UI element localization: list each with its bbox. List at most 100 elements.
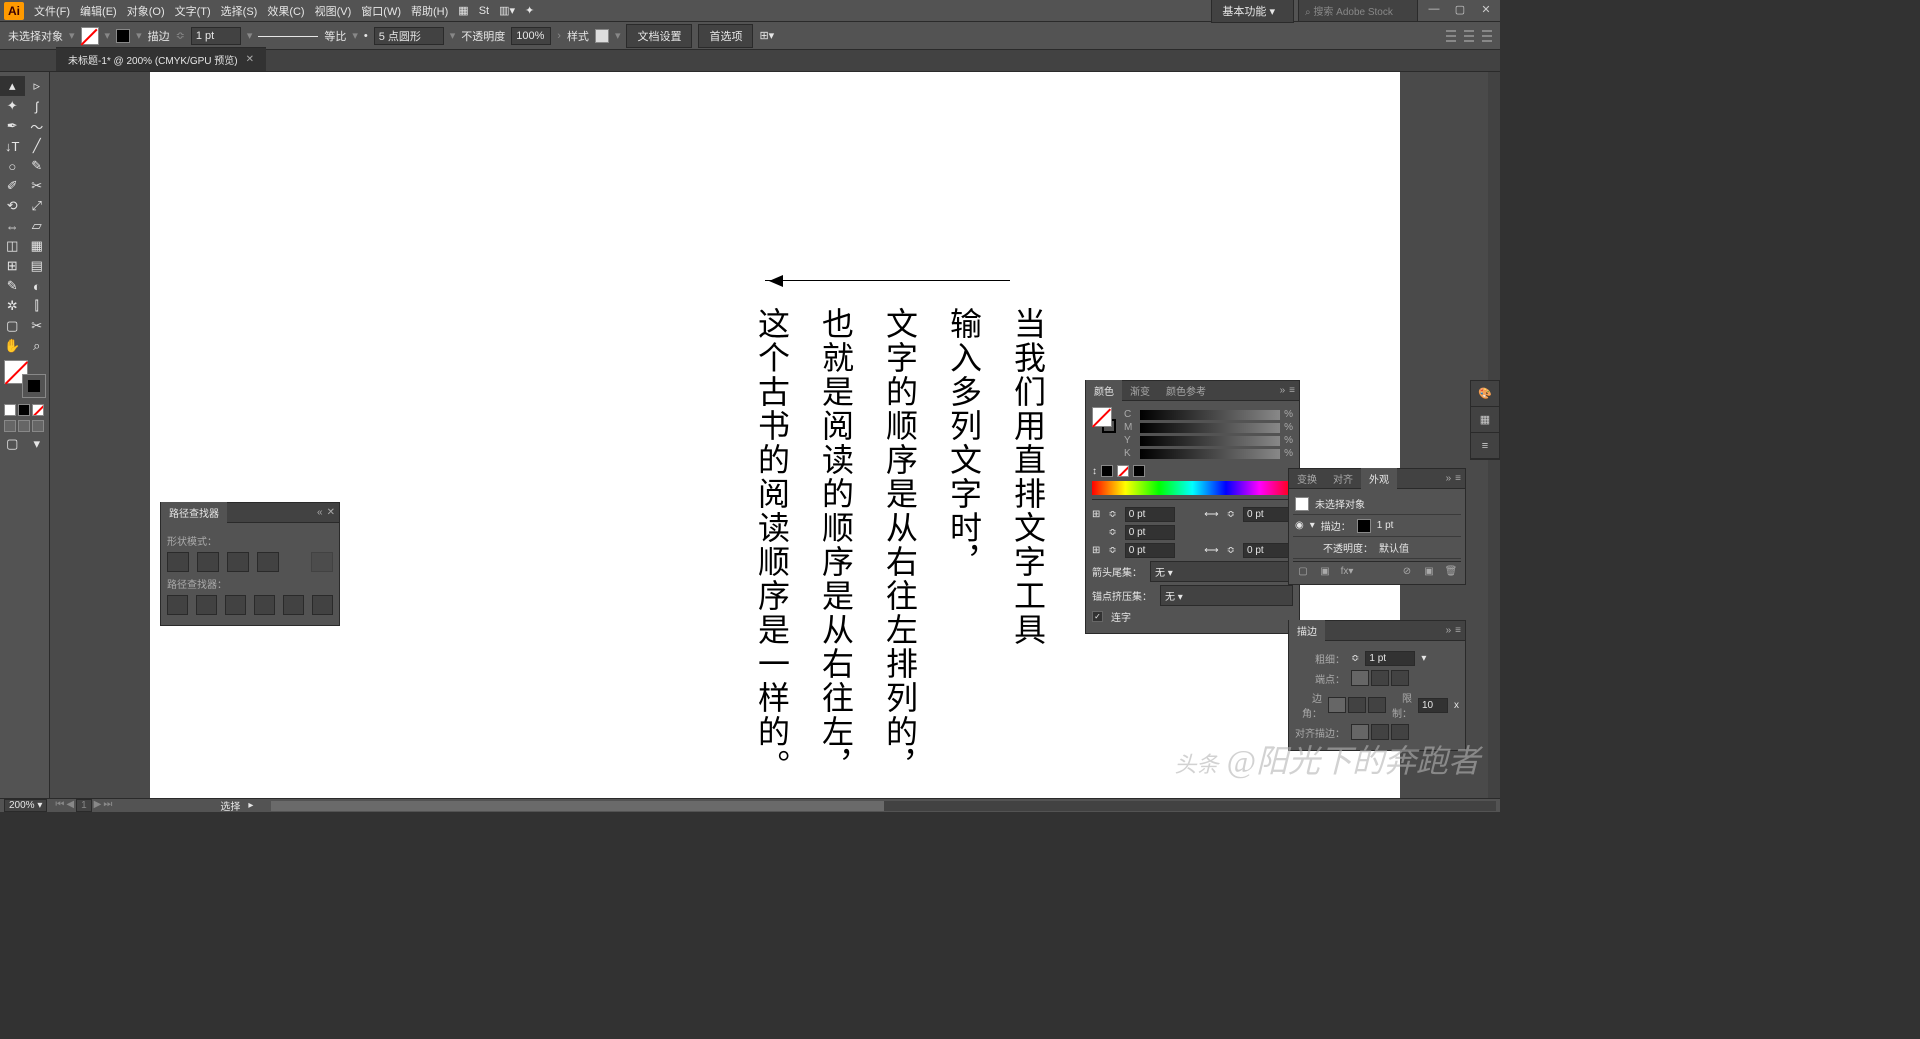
panel-expand-icon[interactable]: » [1446, 473, 1452, 484]
y-slider[interactable] [1140, 436, 1280, 446]
expand-button[interactable] [311, 552, 333, 572]
arrow-tail-dropdown[interactable]: 无 ▾ [1150, 561, 1293, 582]
stroke-color-swatch[interactable] [1357, 519, 1371, 533]
x2-input[interactable] [1125, 543, 1175, 558]
panel-menu-icon[interactable]: ≡ [1289, 385, 1295, 396]
zoom-tool[interactable]: ⌕ [25, 336, 50, 356]
eye-icon[interactable]: ◉ [1295, 520, 1304, 531]
align-outside[interactable] [1391, 724, 1409, 740]
ellipse-tool[interactable]: ○ [0, 156, 25, 176]
menu-object[interactable]: 对象(O) [127, 3, 165, 19]
menu-edit[interactable]: 编辑(E) [80, 3, 117, 19]
ligature-checkbox[interactable]: ✓ [1092, 611, 1103, 622]
next-artboard[interactable]: ▶ [94, 799, 102, 812]
intersect-button[interactable] [227, 552, 249, 572]
draw-normal[interactable] [4, 420, 16, 432]
exclude-button[interactable] [257, 552, 279, 572]
draw-inside[interactable] [32, 420, 44, 432]
close-button[interactable]: ✕ [1476, 3, 1496, 19]
eyedropper-tool[interactable]: ✎ [0, 276, 25, 296]
last-artboard[interactable]: ⏭ [103, 799, 112, 812]
menu-effect[interactable]: 效果(C) [267, 3, 304, 19]
none-mode[interactable] [32, 404, 44, 416]
stroke-swatch[interactable] [116, 29, 130, 43]
fx-icon[interactable]: fx▾ [1339, 566, 1355, 580]
appearance-tab[interactable]: 外观 [1361, 468, 1397, 489]
panel-menu-icon[interactable]: ≡ [1455, 625, 1461, 636]
stroke-weight-input[interactable] [191, 27, 241, 45]
duplicate-icon[interactable]: ▣ [1421, 566, 1437, 580]
style-swatch[interactable] [595, 29, 609, 43]
spectrum-picker[interactable] [1092, 481, 1293, 495]
graph-tool[interactable]: ⫿ [25, 296, 50, 316]
trim-button[interactable] [196, 595, 217, 615]
y-input[interactable] [1125, 525, 1175, 540]
zoom-dropdown[interactable]: 200% ▾ [4, 799, 47, 812]
last-color[interactable] [1101, 465, 1113, 477]
corner-miter[interactable] [1328, 697, 1346, 713]
panel-icon-1[interactable] [1446, 30, 1456, 42]
magic-wand-tool[interactable]: ✦ [0, 96, 25, 116]
menu-view[interactable]: 视图(V) [315, 3, 352, 19]
artboard-tool[interactable]: ▢ [0, 316, 25, 336]
width-tool[interactable]: ⇔ [0, 216, 25, 236]
panel-collapse-icon[interactable]: « [317, 507, 323, 518]
curvature-tool[interactable]: ～ [25, 116, 50, 136]
direct-selection-tool[interactable]: ▹ [25, 76, 50, 96]
dock-swatches-icon[interactable]: ▦ [1471, 407, 1499, 433]
c-slider[interactable] [1140, 410, 1280, 420]
draw-behind[interactable] [18, 420, 30, 432]
arrange-icon[interactable]: ▥▾ [499, 4, 515, 17]
screen-mode[interactable]: ▢ [0, 434, 25, 454]
minus-back-button[interactable] [312, 595, 333, 615]
fill-swatch[interactable] [81, 27, 99, 45]
clear-icon[interactable]: ⊘ [1399, 566, 1415, 580]
brush-tool[interactable]: ✎ [25, 156, 50, 176]
symbol-tool[interactable]: ✲ [0, 296, 25, 316]
panel-menu-icon[interactable]: ≡ [1455, 473, 1461, 484]
bridge-icon[interactable]: ▦ [458, 4, 468, 17]
prev-artboard[interactable]: ◀ [66, 799, 74, 812]
pen-tool[interactable]: ✒ [0, 116, 25, 136]
stroke-weight-field[interactable] [1365, 651, 1415, 666]
k-slider[interactable] [1140, 449, 1280, 459]
rotate-tool[interactable]: ⟲ [0, 196, 25, 216]
corner-round[interactable] [1348, 697, 1366, 713]
w2-input[interactable] [1243, 543, 1293, 558]
outline-button[interactable] [283, 595, 304, 615]
horizontal-scrollbar[interactable] [271, 801, 1496, 811]
panel-icon-2[interactable] [1464, 30, 1474, 42]
mesh-tool[interactable]: ⊞ [0, 256, 25, 276]
free-transform-tool[interactable]: ▱ [25, 216, 50, 236]
panel-close-icon[interactable]: ✕ [327, 507, 335, 518]
type-tool[interactable]: ↓T [0, 136, 25, 156]
preferences-button[interactable]: 首选项 [698, 24, 753, 48]
gpu-icon[interactable]: ✦ [525, 4, 534, 17]
dock-brushes-icon[interactable]: ≡ [1471, 433, 1499, 459]
blend-tool[interactable]: ◐ [25, 276, 50, 296]
menu-help[interactable]: 帮助(H) [411, 3, 448, 19]
minimize-button[interactable]: — [1424, 3, 1444, 19]
screen-mode-toggle[interactable]: ▾ [25, 434, 50, 454]
panel-icon-3[interactable] [1482, 30, 1492, 42]
scale-tool[interactable]: ⤢ [25, 196, 50, 216]
align-inside[interactable] [1371, 724, 1389, 740]
maximize-button[interactable]: ▢ [1450, 3, 1470, 19]
menu-select[interactable]: 选择(S) [221, 3, 258, 19]
align-tab[interactable]: 对齐 [1325, 468, 1361, 489]
stock-icon[interactable]: St [479, 5, 489, 17]
unite-button[interactable] [167, 552, 189, 572]
cap-round[interactable] [1371, 670, 1389, 686]
menu-window[interactable]: 窗口(W) [361, 3, 401, 19]
workspace-switcher[interactable]: 基本功能 ▾ [1211, 0, 1294, 23]
gradient-tab[interactable]: 渐变 [1122, 380, 1158, 401]
fill-stroke-control[interactable] [2, 360, 48, 398]
cap-projecting[interactable] [1391, 670, 1409, 686]
bw-swatch[interactable] [1133, 465, 1145, 477]
perspective-tool[interactable]: ▦ [25, 236, 50, 256]
eraser-tool[interactable]: ✂ [25, 176, 50, 196]
delete-icon[interactable]: 🗑 [1443, 566, 1459, 580]
search-input[interactable]: ⌕ 搜索 Adobe Stock [1298, 0, 1418, 22]
anchor-squeeze-dropdown[interactable]: 无 ▾ [1160, 585, 1293, 606]
slice-tool[interactable]: ✂ [25, 316, 50, 336]
